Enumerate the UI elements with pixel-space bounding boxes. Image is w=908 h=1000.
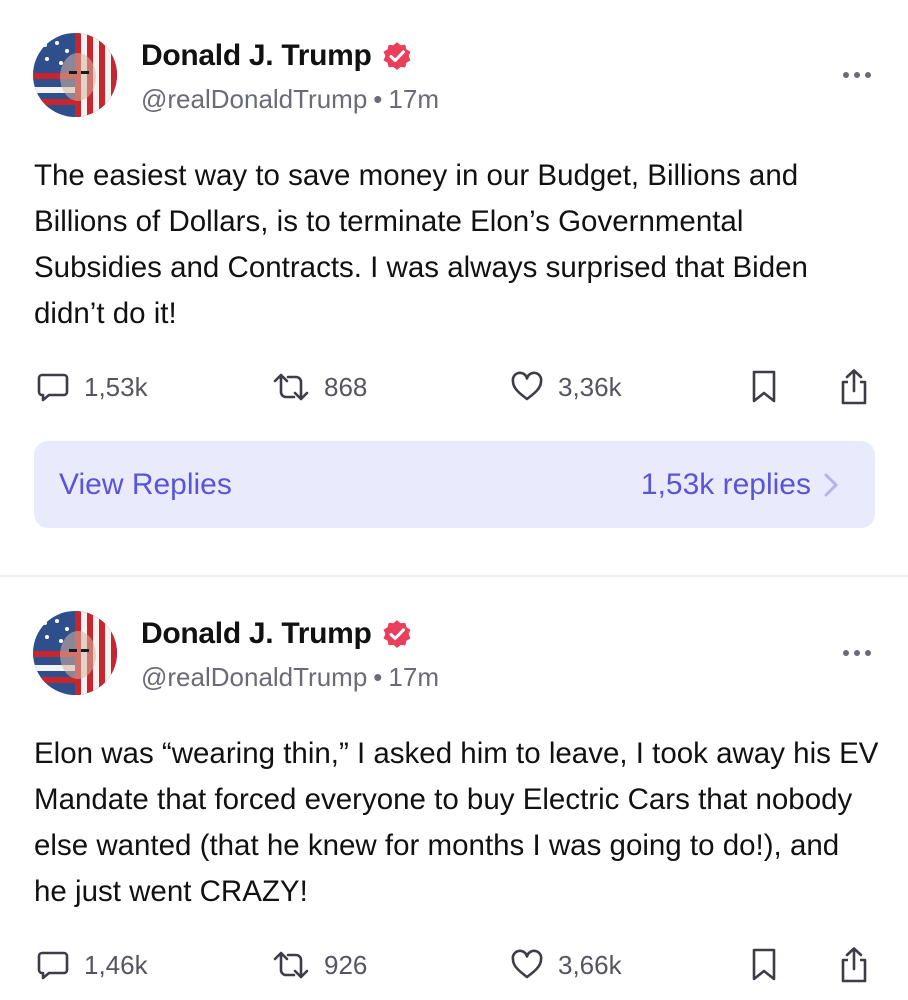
repost-button[interactable]: 868 [272, 367, 367, 407]
share-icon [841, 947, 867, 983]
post: Donald J. Trump @realDonaldTrump • 17m The… [0, 0, 908, 576]
chevron-right-icon [824, 473, 838, 496]
share-icon [841, 369, 867, 405]
repost-count: 868 [324, 371, 368, 402]
post-text: Elon was “wearing thin,” I asked him to … [34, 737, 879, 908]
view-replies-label: View Replies [59, 467, 232, 501]
author-avatar[interactable] [33, 33, 117, 117]
post-actions: 1,53k 868 3,36k [0, 367, 908, 407]
view-replies-button[interactable]: View Replies 1,53k replies [34, 441, 875, 528]
like-count: 3,66k [558, 949, 622, 980]
reply-count: 1,46k [84, 949, 148, 980]
heart-icon [511, 949, 543, 979]
share-button[interactable] [838, 367, 870, 407]
author-name[interactable]: Donald J. Trump [141, 39, 372, 73]
author-meta: @realDonaldTrump • 17m [141, 662, 439, 693]
bookmark-button[interactable] [750, 945, 778, 985]
more-dots-icon[interactable] [843, 72, 871, 78]
author-row: Donald J. Trump [141, 39, 414, 73]
repost-icon [273, 373, 309, 401]
reply-button[interactable]: 1,53k [36, 367, 148, 407]
like-button[interactable]: 3,66k [510, 945, 622, 985]
meta-separator: • [373, 84, 383, 114]
bookmark-button[interactable] [750, 367, 778, 407]
post-time: 17m [388, 84, 439, 114]
like-button[interactable]: 3,36k [510, 367, 622, 407]
author-handle[interactable]: @realDonaldTrump [141, 84, 367, 114]
post-divider [0, 575, 908, 577]
bookmark-icon [752, 948, 776, 981]
author-handle[interactable]: @realDonaldTrump [141, 662, 367, 692]
verified-badge-icon [383, 620, 411, 648]
repost-count: 926 [324, 949, 368, 980]
meta-separator: • [373, 662, 383, 692]
heart-icon [511, 371, 543, 401]
repost-icon [273, 951, 309, 979]
verified-badge-icon [383, 42, 411, 70]
replies-count-group: 1,53k replies [641, 468, 839, 502]
like-count: 3,36k [558, 371, 622, 402]
repost-button[interactable]: 926 [272, 945, 367, 985]
share-button[interactable] [838, 945, 870, 985]
comment-icon [37, 951, 69, 980]
post-actions: 1,46k 926 3,66k [0, 945, 908, 985]
more-dots-icon[interactable] [843, 650, 871, 656]
post-time: 17m [388, 662, 439, 692]
post-text: The easiest way to save money in our Bud… [34, 159, 808, 330]
bookmark-icon [752, 370, 776, 403]
replies-count: 1,53k replies [640, 467, 811, 501]
author-avatar[interactable] [33, 611, 117, 695]
reply-count: 1,53k [84, 371, 148, 402]
author-row: Donald J. Trump [141, 617, 414, 651]
post: Donald J. Trump @realDonaldTrump • 17m Elo… [0, 578, 908, 1000]
author-meta: @realDonaldTrump • 17m [141, 84, 439, 115]
reply-button[interactable]: 1,46k [36, 945, 148, 985]
comment-icon [37, 373, 69, 402]
author-name[interactable]: Donald J. Trump [141, 617, 372, 651]
